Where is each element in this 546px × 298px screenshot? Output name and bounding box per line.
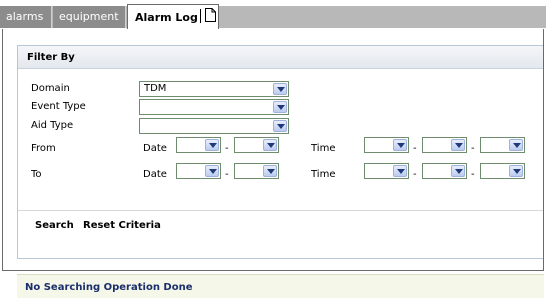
chevron-down-icon[interactable] [205,139,219,151]
filter-header: Filter By [18,46,543,69]
dash: - [413,143,417,154]
aid-type-label: Aid Type [31,120,74,131]
filter-actions: Search Reset Criteria [18,210,543,236]
app-frame: alarms equipment Alarm Log Filter By Dom… [0,0,546,298]
status-message: No Searching Operation Done [25,282,193,293]
chevron-down-icon[interactable] [509,165,523,177]
tab-equipment[interactable]: equipment [53,6,126,28]
chevron-down-icon[interactable] [273,120,287,132]
chevron-down-icon[interactable] [393,139,407,151]
chevron-down-icon[interactable] [273,101,287,113]
domain-select-value: TDM [144,83,167,94]
from-time-select-3[interactable] [480,137,525,153]
event-type-select[interactable] [139,99,289,115]
chevron-down-icon[interactable] [205,165,219,177]
filter-title: Filter By [27,52,75,63]
from-time-label: Time [311,143,336,154]
tab-alarms[interactable]: alarms [0,6,52,28]
search-button[interactable]: Search [35,220,74,231]
alarm-log-panel: Filter By Domain TDM Event Type Aid Type… [2,29,544,298]
chevron-down-icon[interactable] [451,165,465,177]
to-date-select-2[interactable] [234,163,279,179]
dash: - [225,169,229,180]
chevron-down-icon[interactable] [509,139,523,151]
to-time-select-2[interactable] [422,163,467,179]
from-date-label: Date [143,143,167,154]
reset-criteria-button[interactable]: Reset Criteria [83,220,161,231]
chevron-down-icon[interactable] [393,165,407,177]
event-type-label: Event Type [31,101,86,112]
domain-label: Domain [31,83,70,94]
from-time-select-2[interactable] [422,137,467,153]
dash: - [471,169,475,180]
domain-select[interactable]: TDM [139,81,289,97]
tab-alarm-log[interactable]: Alarm Log [127,4,219,29]
chevron-down-icon[interactable] [273,83,287,95]
chevron-down-icon[interactable] [263,165,277,177]
tab-bar: alarms equipment Alarm Log [0,0,546,29]
to-time-label: Time [311,169,336,180]
to-time-select-3[interactable] [480,163,525,179]
aid-type-select[interactable] [139,118,289,134]
chevron-down-icon[interactable] [451,139,465,151]
dash: - [471,143,475,154]
tab-separator [200,9,201,23]
to-date-select-1[interactable] [176,163,221,179]
dash: - [225,143,229,154]
to-label: To [31,169,42,180]
document-icon[interactable] [205,8,216,22]
from-time-select-1[interactable] [364,137,409,153]
from-date-select-1[interactable] [176,137,221,153]
from-date-select-2[interactable] [234,137,279,153]
chevron-down-icon[interactable] [263,139,277,151]
from-label: From [31,143,56,154]
to-time-select-1[interactable] [364,163,409,179]
dash: - [413,169,417,180]
to-date-label: Date [143,169,167,180]
tab-alarm-log-label: Alarm Log [135,11,198,24]
status-bar: No Searching Operation Done [17,274,544,298]
filter-box: Filter By Domain TDM Event Type Aid Type… [17,45,543,259]
